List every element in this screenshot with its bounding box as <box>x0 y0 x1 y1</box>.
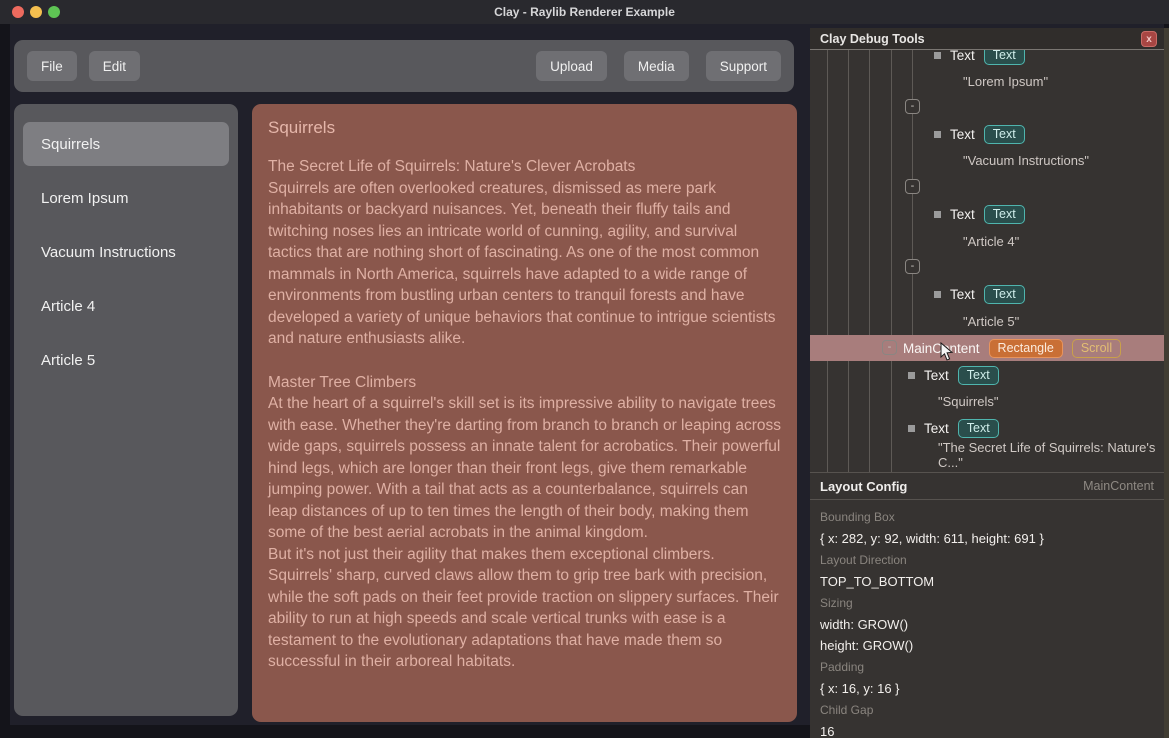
config-field-value: { x: 16, y: 16 } <box>820 678 1154 700</box>
sidebar-item-lorem-ipsum[interactable]: Lorem Ipsum <box>23 176 229 220</box>
desktop-edge-strip <box>1164 28 1169 738</box>
toolbar: File Edit Upload Media Support <box>14 40 794 92</box>
string-value: "Vacuum Instructions" <box>963 153 1089 168</box>
config-field-label: Bounding Box <box>820 506 1154 528</box>
rectangle-type-badge: Rectangle <box>989 339 1063 358</box>
text-type-badge: Text <box>984 50 1025 65</box>
article-p2-body-2: But it's not just their agility that mak… <box>268 544 781 673</box>
element-name: Text <box>924 368 949 383</box>
element-bullet-icon <box>908 425 915 432</box>
config-field-value: width: GROW() <box>820 614 1154 636</box>
tree-element-row[interactable]: Text Text <box>810 415 1164 441</box>
tree-string-row: "Article 5" <box>810 308 1164 334</box>
layout-config-section: Layout Config MainContent Bounding Box {… <box>810 472 1164 738</box>
window-title: Clay - Raylib Renderer Example <box>0 0 1169 24</box>
element-name: Text <box>950 287 975 302</box>
element-name: Text <box>950 50 975 63</box>
text-type-badge: Text <box>958 366 999 385</box>
article-paragraph-1: The Secret Life of Squirrels: Nature's C… <box>268 156 781 350</box>
layout-config-title: Layout Config <box>820 479 907 494</box>
tree-element-row[interactable]: Text Text <box>810 121 1164 147</box>
support-button[interactable]: Support <box>706 51 781 81</box>
string-value: "Article 5" <box>963 314 1019 329</box>
layout-config-header: Layout Config MainContent <box>810 472 1164 500</box>
element-name: Text <box>950 207 975 222</box>
tree-string-row: "Article 4" <box>810 228 1164 254</box>
config-field-label: Sizing <box>820 592 1154 614</box>
text-type-badge: Text <box>984 205 1025 224</box>
element-name: Text <box>950 127 975 142</box>
article-p2-body-1: At the heart of a squirrel's skill set i… <box>268 393 781 544</box>
element-tree: Text Text "Lorem Ipsum" - Text Text "Vac… <box>810 50 1164 472</box>
clay-debug-panel: Clay Debug Tools x Text Text "Lorem Ipsu… <box>810 28 1164 738</box>
toolbar-left-group: File Edit <box>27 51 140 81</box>
media-button[interactable]: Media <box>624 51 689 81</box>
sidebar: Squirrels Lorem Ipsum Vacuum Instruction… <box>14 104 238 716</box>
screen: Clay - Raylib Renderer Example File Edit… <box>0 0 1169 738</box>
string-value: "Lorem Ipsum" <box>963 74 1048 89</box>
tree-string-row: "Squirrels" <box>810 388 1164 414</box>
tree-string-row: "Lorem Ipsum" <box>810 68 1164 94</box>
collapse-toggle-icon[interactable]: - <box>905 179 920 194</box>
article-p1-body: Squirrels are often overlooked creatures… <box>268 178 781 350</box>
sidebar-item-squirrels[interactable]: Squirrels <box>23 122 229 166</box>
element-bullet-icon <box>934 291 941 298</box>
tree-toggle-row: - <box>810 94 1164 120</box>
mouse-cursor-icon <box>940 342 954 367</box>
sidebar-item-article-4[interactable]: Article 4 <box>23 284 229 328</box>
main-content[interactable]: Squirrels The Secret Life of Squirrels: … <box>252 104 797 722</box>
tree-element-row[interactable]: Text Text <box>810 281 1164 307</box>
file-button[interactable]: File <box>27 51 77 81</box>
collapse-toggle-icon[interactable]: - <box>905 259 920 274</box>
debug-panel-header: Clay Debug Tools x <box>810 28 1164 50</box>
debug-close-button[interactable]: x <box>1141 31 1157 47</box>
element-bullet-icon <box>934 52 941 59</box>
titlebar: Clay - Raylib Renderer Example <box>0 0 1169 24</box>
config-field-label: Child Gap <box>820 700 1154 722</box>
sidebar-item-vacuum-instructions[interactable]: Vacuum Instructions <box>23 230 229 274</box>
string-value: "Article 4" <box>963 234 1019 249</box>
toolbar-right-group: Upload Media Support <box>536 51 781 81</box>
element-name: Text <box>924 421 949 436</box>
tree-toggle-row: - <box>810 254 1164 280</box>
tree-toggle-row: - <box>810 174 1164 200</box>
text-type-badge: Text <box>958 419 999 438</box>
collapse-toggle-icon[interactable]: - <box>882 340 897 355</box>
config-field-value: 16 <box>820 721 1154 738</box>
config-field-value: height: GROW() <box>820 635 1154 657</box>
edit-button[interactable]: Edit <box>89 51 140 81</box>
text-type-badge: Text <box>984 125 1025 144</box>
tree-element-row[interactable]: Text Text <box>810 201 1164 227</box>
article-paragraph-2: Master Tree Climbers At the heart of a s… <box>268 372 781 673</box>
config-field-label: Padding <box>820 657 1154 679</box>
tree-string-row: "Vacuum Instructions" <box>810 147 1164 173</box>
sidebar-item-article-5[interactable]: Article 5 <box>23 338 229 382</box>
element-bullet-icon <box>908 372 915 379</box>
article-p1-heading: The Secret Life of Squirrels: Nature's C… <box>268 156 781 178</box>
tree-string-row: "The Secret Life of Squirrels: Nature's … <box>810 442 1164 468</box>
element-bullet-icon <box>934 131 941 138</box>
string-value: "The Secret Life of Squirrels: Nature's … <box>938 440 1164 470</box>
tree-element-row[interactable]: Text Text <box>810 362 1164 388</box>
config-field-label: Layout Direction <box>820 549 1154 571</box>
selected-element-name: MainContent <box>1083 479 1154 493</box>
upload-button[interactable]: Upload <box>536 51 607 81</box>
collapse-toggle-icon[interactable]: - <box>905 99 920 114</box>
article-p2-heading: Master Tree Climbers <box>268 372 781 394</box>
text-type-badge: Text <box>984 285 1025 304</box>
maincontent-row[interactable]: - MainContent Rectangle Scroll <box>810 335 1164 361</box>
article-title: Squirrels <box>268 118 781 138</box>
layout-config-rows: Bounding Box { x: 282, y: 92, width: 611… <box>810 500 1164 738</box>
config-field-value: TOP_TO_BOTTOM <box>820 571 1154 593</box>
scroll-type-badge: Scroll <box>1072 339 1121 358</box>
debug-panel-title: Clay Debug Tools <box>810 32 925 46</box>
tree-element-row[interactable]: Text Text <box>810 50 1164 68</box>
config-field-value: { x: 282, y: 92, width: 611, height: 691… <box>820 528 1154 550</box>
element-bullet-icon <box>934 211 941 218</box>
string-value: "Squirrels" <box>938 394 999 409</box>
